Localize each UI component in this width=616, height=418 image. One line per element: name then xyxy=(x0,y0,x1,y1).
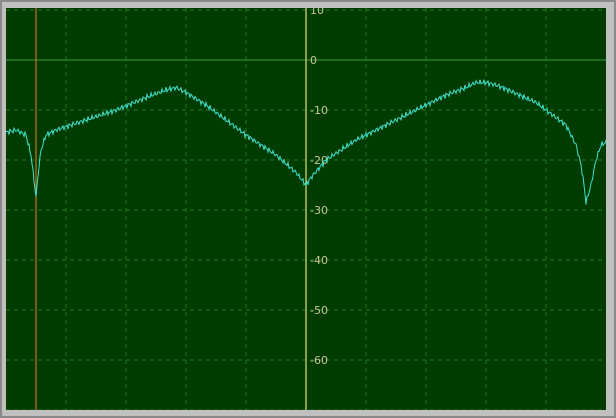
y-tick-label: -10 xyxy=(310,104,328,117)
spectrum-display-frame: 10 0 -10 -20 -30 -40 -50 -60 xyxy=(0,0,616,418)
y-tick-label: -60 xyxy=(310,354,328,367)
spectrum-plot[interactable]: 100-10-20-30-40-50-60 xyxy=(6,8,606,410)
y-tick-label: -50 xyxy=(310,304,328,317)
y-tick-label: -30 xyxy=(310,204,328,217)
y-tick-label: 10 xyxy=(310,8,324,17)
y-tick-label: 0 xyxy=(310,54,317,67)
y-tick-label: -40 xyxy=(310,254,328,267)
